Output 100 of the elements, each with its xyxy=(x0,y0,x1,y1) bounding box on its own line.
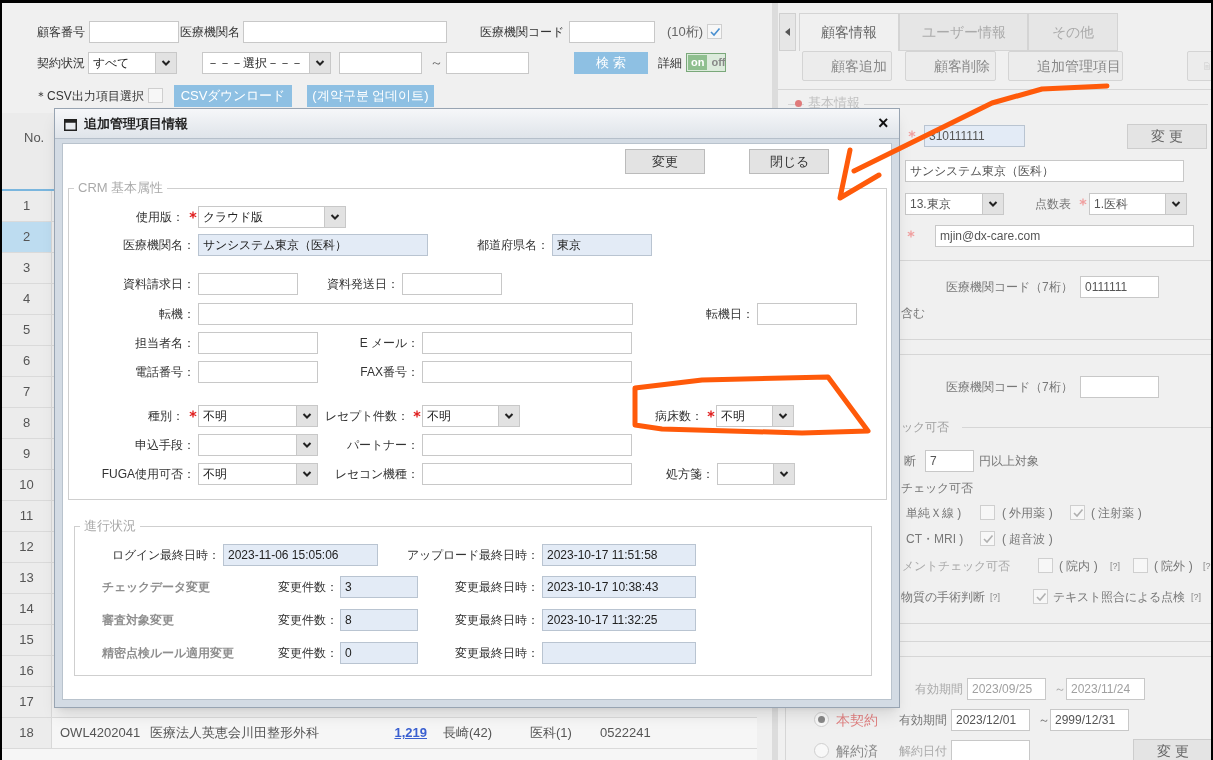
dropdown[interactable]: クラウド版 xyxy=(198,206,346,228)
checkbox[interactable] xyxy=(1038,558,1053,573)
radio-label: 本契約 xyxy=(836,711,878,729)
count-link[interactable]: 1,219 xyxy=(394,723,427,743)
text-field[interactable] xyxy=(198,303,633,325)
text-field[interactable] xyxy=(422,463,632,485)
text-field[interactable]: 東京 xyxy=(552,234,652,256)
dropdown[interactable]: 不明 xyxy=(716,405,794,427)
table-cell-text: 医療法人英恵会川田整形外科 xyxy=(150,724,319,743)
dropdown[interactable]: 不明 xyxy=(198,405,318,427)
text-field[interactable]: 2023-10-17 11:51:58 xyxy=(542,544,696,566)
checkbox[interactable] xyxy=(1033,589,1048,604)
text-field[interactable]: 7 xyxy=(925,450,974,472)
window-icon xyxy=(64,119,77,131)
text-field[interactable] xyxy=(1080,376,1159,398)
scroll-left-button[interactable] xyxy=(779,13,796,51)
text-field[interactable] xyxy=(422,361,632,383)
chevron-icon xyxy=(155,53,176,73)
checkbox[interactable] xyxy=(1070,505,1085,520)
dropdown[interactable]: －－－選択－－－ xyxy=(202,52,331,74)
field-label: ～ xyxy=(1038,712,1050,729)
text-field[interactable] xyxy=(542,642,696,664)
help-mark: [?] xyxy=(1110,560,1120,573)
checkbox[interactable] xyxy=(980,505,995,520)
chevron-icon xyxy=(498,406,519,426)
text-field[interactable] xyxy=(422,434,632,456)
text-field[interactable]: サンシステム東京（医科） xyxy=(905,160,1184,182)
text-field[interactable] xyxy=(951,740,1030,760)
dialog-button[interactable]: 閉じる xyxy=(749,149,829,174)
text-field[interactable]: 2999/12/31 xyxy=(1050,709,1129,731)
field-label: 担当者名： xyxy=(135,335,195,352)
text-field[interactable] xyxy=(198,273,298,295)
dropdown[interactable] xyxy=(717,463,795,485)
text-field[interactable] xyxy=(243,21,447,43)
field-label: 有効期間 xyxy=(899,712,947,729)
caret-icon xyxy=(785,28,790,36)
field-label: アップロード最終日時： xyxy=(407,547,539,564)
text-field[interactable] xyxy=(446,52,529,74)
text-field[interactable]: サンシステム東京（医科） xyxy=(198,234,428,256)
chevron-icon xyxy=(296,435,317,455)
field-label: 断 xyxy=(904,453,916,470)
text-field[interactable] xyxy=(198,332,318,354)
change-button[interactable]: 変 更 xyxy=(1133,739,1211,760)
radio-button[interactable] xyxy=(814,743,829,758)
dropdown[interactable]: 不明 xyxy=(422,405,520,427)
text-field[interactable]: 2023-10-17 11:32:25 xyxy=(542,609,696,631)
close-button[interactable]: × xyxy=(878,114,889,132)
field-label: 顧客番号 xyxy=(37,24,85,41)
field-label: (10桁) xyxy=(667,23,704,41)
text-field[interactable]: 0 xyxy=(340,642,418,664)
field-label: 資料発送日： xyxy=(327,276,399,293)
field-label: 申込手段： xyxy=(135,437,195,454)
dropdown[interactable]: すべて xyxy=(88,52,177,74)
text-field[interactable] xyxy=(402,273,502,295)
text-field[interactable]: 8 xyxy=(340,609,418,631)
dropdown[interactable]: 不明 xyxy=(198,463,318,485)
field-label: ( 院外 ) xyxy=(1154,558,1193,575)
field-label: 変更件数： xyxy=(278,612,338,629)
text-field[interactable]: 2023/12/01 xyxy=(951,709,1030,731)
field-label: ( 注射薬 ) xyxy=(1091,505,1142,522)
tab[interactable]: 顧客情報 xyxy=(799,13,899,51)
dropdown[interactable] xyxy=(198,434,318,456)
text-field[interactable] xyxy=(422,332,632,354)
dialog-button[interactable]: 変更 xyxy=(625,149,705,174)
field-label: 単純Ｘ線 ) xyxy=(906,505,962,522)
text-field[interactable]: 3 xyxy=(340,576,418,598)
row-number: 2 xyxy=(2,222,52,252)
chevron-icon xyxy=(309,53,330,73)
text-field[interactable] xyxy=(339,52,422,74)
text-field[interactable]: 310111111 xyxy=(924,125,1025,147)
chevron-icon xyxy=(296,406,317,426)
field-label: 円以上対象 xyxy=(979,453,1039,470)
dropdown[interactable]: 1.医科 xyxy=(1089,193,1187,215)
checkbox[interactable] xyxy=(148,88,163,103)
field-label: 病床数： xyxy=(655,408,703,425)
row-number: 3 xyxy=(2,253,52,283)
checkbox[interactable] xyxy=(707,24,722,39)
field-label: 転機日： xyxy=(706,306,754,323)
field-label: ( 外用薬 ) xyxy=(1002,505,1053,522)
field-label: 医療機関コード xyxy=(480,24,564,41)
text-field[interactable] xyxy=(198,361,318,383)
text-field[interactable] xyxy=(89,21,179,43)
text-field[interactable]: mjin@dx-care.com xyxy=(935,225,1194,247)
row-number: 11 xyxy=(2,501,52,531)
text-field[interactable]: 2023-11-06 15:05:06 xyxy=(223,544,378,566)
checkbox[interactable] xyxy=(980,531,995,546)
change-button[interactable]: 変 更 xyxy=(1127,124,1207,149)
table-cell-text: OWL4202041 xyxy=(60,724,141,743)
text-field[interactable]: 2023-10-17 10:38:43 xyxy=(542,576,696,598)
radio-button[interactable] xyxy=(814,712,829,727)
checkbox[interactable] xyxy=(1133,558,1148,573)
text-field[interactable] xyxy=(757,303,857,325)
required-icon xyxy=(907,230,915,238)
text-field[interactable] xyxy=(569,21,655,43)
field-label: 医療機関コード（7桁） xyxy=(946,379,1073,396)
row-number: 8 xyxy=(2,408,52,438)
dropdown[interactable]: 13.東京 xyxy=(905,193,1004,215)
field-label: E メール： xyxy=(359,335,419,352)
field-label: ( 院内 ) xyxy=(1059,558,1098,575)
text-field[interactable]: 0111111 xyxy=(1080,276,1159,298)
